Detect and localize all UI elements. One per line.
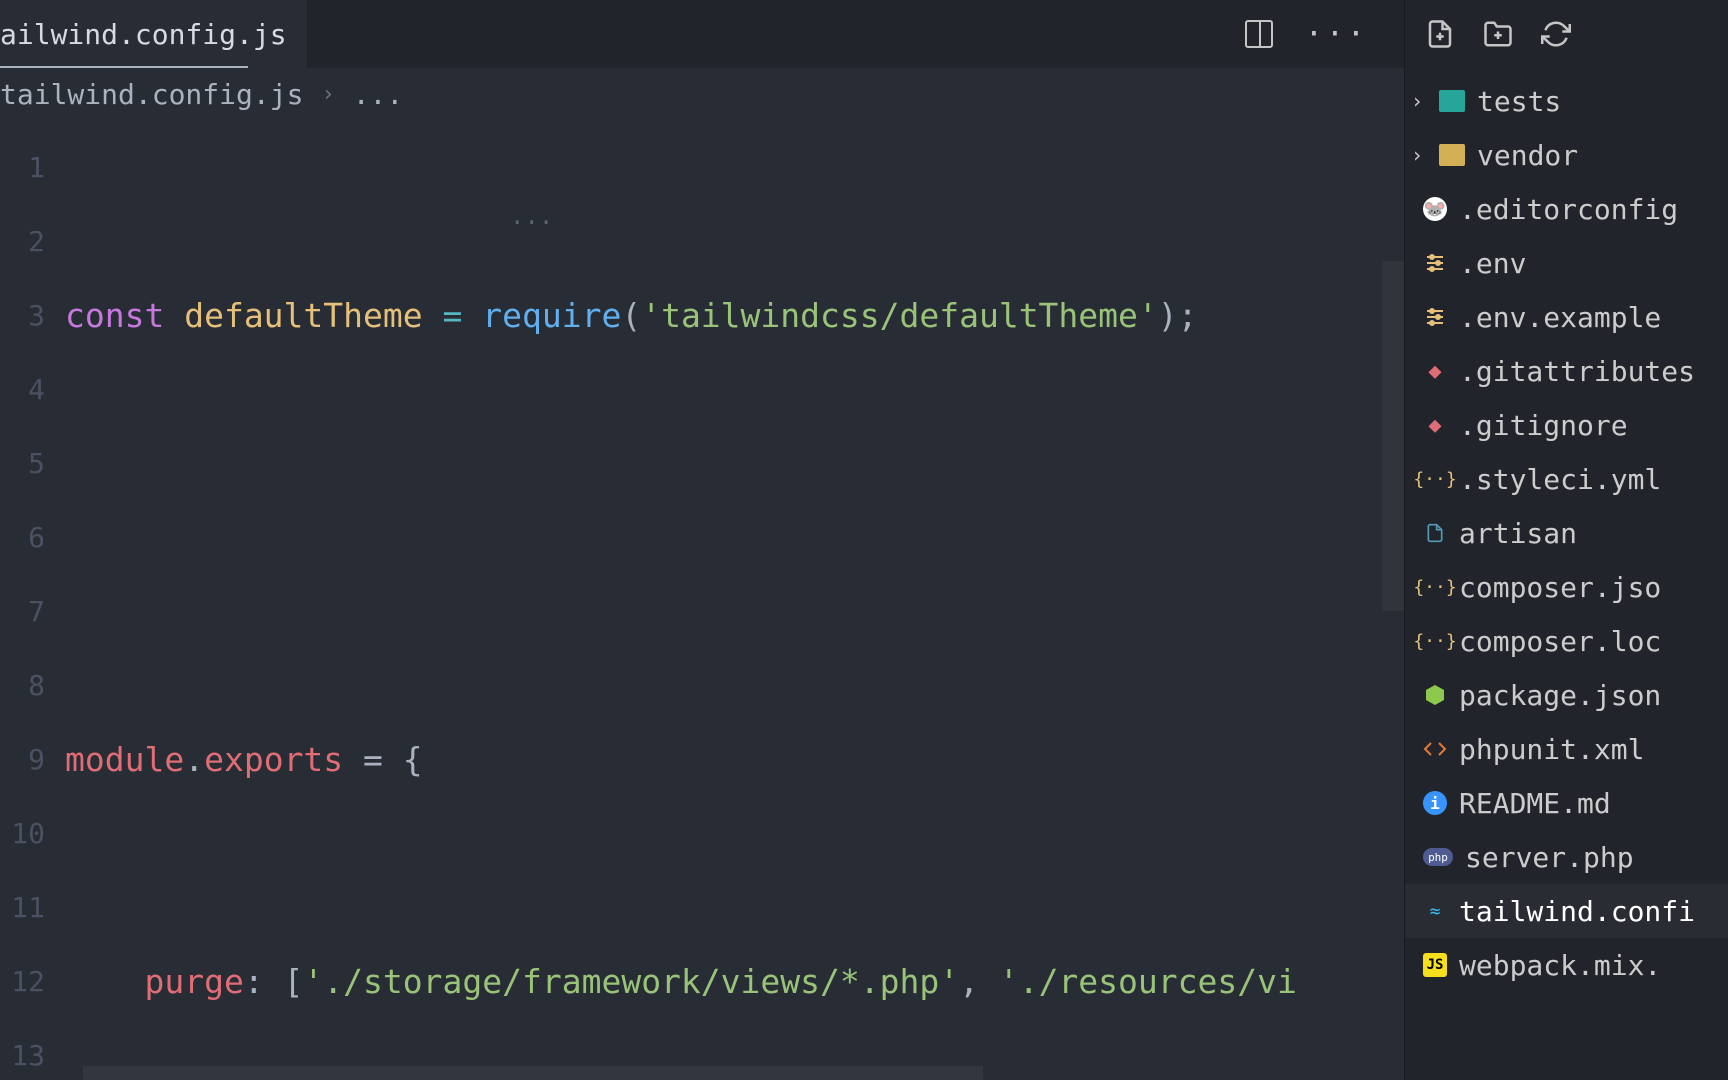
file-label: tailwind.confi — [1459, 895, 1695, 928]
tab-title: ailwind.config.js — [0, 18, 287, 51]
file-label: .editorconfig — [1459, 193, 1678, 226]
file-webpack-mix[interactable]: JS webpack.mix. — [1405, 938, 1728, 992]
info-icon: i — [1423, 791, 1447, 815]
new-folder-icon[interactable] — [1483, 19, 1513, 49]
line-gutter: 1 2 3 4 5 6 7 8 9 10 11 12 13 — [0, 131, 65, 1080]
file-server-php[interactable]: php server.php — [1405, 830, 1728, 884]
settings-icon — [1423, 305, 1447, 329]
chevron-right-icon: › — [1407, 91, 1427, 111]
file-composer-json[interactable]: {··} composer.jso — [1405, 560, 1728, 614]
tab-tailwind-config[interactable]: ailwind.config.js — [0, 0, 307, 68]
editorconfig-icon: 🐭 — [1423, 197, 1447, 221]
code-line-4[interactable]: purge: ['./storage/framework/views/*.php… — [65, 945, 1404, 1019]
json-icon: {··} — [1423, 575, 1447, 599]
chevron-right-icon: › — [321, 82, 334, 107]
file-readme[interactable]: i README.md — [1405, 776, 1728, 830]
file-package-json[interactable]: package.json — [1405, 668, 1728, 722]
minimap-scroll-indicator[interactable] — [1382, 261, 1404, 611]
tab-bar: ailwind.config.js ··· — [0, 0, 1404, 68]
file-label: server.php — [1465, 841, 1634, 874]
code-lens-hint: ... — [510, 179, 553, 253]
file-artisan[interactable]: artisan — [1405, 506, 1728, 560]
file-gitattributes[interactable]: ◆ .gitattributes — [1405, 344, 1728, 398]
settings-icon — [1423, 251, 1447, 275]
refresh-icon[interactable] — [1541, 19, 1571, 49]
file-composer-lock[interactable]: {··} composer.loc — [1405, 614, 1728, 668]
file-label: artisan — [1459, 517, 1577, 550]
new-file-icon[interactable] — [1425, 19, 1455, 49]
js-icon: JS — [1423, 953, 1447, 977]
explorer-toolbar — [1405, 0, 1728, 68]
file-label: .env.example — [1459, 301, 1661, 334]
file-explorer-sidebar: › tests › vendor 🐭 .editorconfig .env .e… — [1404, 0, 1728, 1080]
folder-icon — [1439, 90, 1465, 112]
file-label: package.json — [1459, 679, 1661, 712]
file-env-example[interactable]: .env.example — [1405, 290, 1728, 344]
tab-actions: ··· — [1245, 17, 1404, 52]
json-icon: {··} — [1423, 467, 1447, 491]
more-actions-icon[interactable]: ··· — [1305, 17, 1368, 52]
code-area[interactable]: 1 2 3 4 5 6 7 8 9 10 11 12 13 const defa… — [0, 121, 1404, 1080]
breadcrumb[interactable]: tailwind.config.js › ... — [0, 68, 1404, 121]
file-editorconfig[interactable]: 🐭 .editorconfig — [1405, 182, 1728, 236]
file-gitignore[interactable]: ◆ .gitignore — [1405, 398, 1728, 452]
tailwind-icon: ≈ — [1423, 899, 1447, 923]
file-list: › tests › vendor 🐭 .editorconfig .env .e… — [1405, 68, 1728, 1080]
horizontal-scrollbar[interactable] — [83, 1066, 983, 1080]
file-label: .env — [1459, 247, 1526, 280]
code-line-1[interactable]: const defaultTheme = require('tailwindcs… — [65, 279, 1404, 353]
folder-label: tests — [1477, 85, 1561, 118]
file-icon — [1423, 521, 1447, 545]
json-icon: {··} — [1423, 629, 1447, 653]
folder-vendor[interactable]: › vendor — [1405, 128, 1728, 182]
file-label: composer.jso — [1459, 571, 1661, 604]
tab-underline — [0, 66, 248, 68]
file-tailwind-config[interactable]: ≈ tailwind.confi — [1405, 884, 1728, 938]
file-label: .styleci.yml — [1459, 463, 1661, 496]
file-label: composer.loc — [1459, 625, 1661, 658]
split-editor-icon[interactable] — [1245, 20, 1273, 48]
code-line-3[interactable]: module.exports = { — [65, 723, 1404, 797]
file-styleci[interactable]: {··} .styleci.yml — [1405, 452, 1728, 506]
file-label: README.md — [1459, 787, 1611, 820]
code-content[interactable]: const defaultTheme = require('tailwindcs… — [65, 131, 1404, 1080]
git-icon: ◆ — [1423, 413, 1447, 437]
code-line-2[interactable] — [65, 501, 1404, 575]
node-icon — [1423, 683, 1447, 707]
breadcrumb-ellipsis: ... — [353, 78, 404, 111]
folder-icon — [1439, 144, 1465, 166]
editor-pane: ailwind.config.js ··· tailwind.config.js… — [0, 0, 1404, 1080]
chevron-right-icon: › — [1407, 145, 1427, 165]
file-label: .gitignore — [1459, 409, 1628, 442]
file-label: phpunit.xml — [1459, 733, 1644, 766]
xml-icon — [1423, 737, 1447, 761]
file-label: .gitattributes — [1459, 355, 1695, 388]
git-icon: ◆ — [1423, 359, 1447, 383]
folder-label: vendor — [1477, 139, 1578, 172]
file-env[interactable]: .env — [1405, 236, 1728, 290]
folder-tests[interactable]: › tests — [1405, 74, 1728, 128]
file-phpunit-xml[interactable]: phpunit.xml — [1405, 722, 1728, 776]
php-icon: php — [1423, 848, 1453, 866]
breadcrumb-file: tailwind.config.js — [0, 78, 303, 111]
file-label: webpack.mix. — [1459, 949, 1661, 982]
